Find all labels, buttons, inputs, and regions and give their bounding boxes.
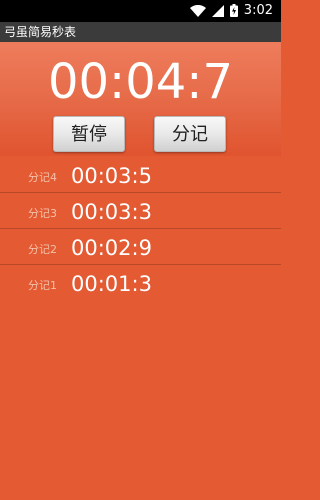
split-row: 分记1 00:01:3 bbox=[0, 265, 281, 301]
status-bar: 3:02 bbox=[0, 0, 281, 22]
pause-button[interactable]: 暂停 bbox=[53, 116, 125, 152]
split-time: 00:03:3 bbox=[71, 200, 152, 224]
status-icons: 3:02 bbox=[189, 3, 273, 18]
split-time: 00:01:3 bbox=[71, 272, 152, 296]
timer-header: 00:04:7 暂停 分记 bbox=[0, 42, 281, 156]
split-label: 分记4 bbox=[28, 171, 57, 184]
split-label: 分记2 bbox=[28, 243, 57, 256]
app-title-bar: 弓虽简易秒表 bbox=[0, 22, 281, 42]
split-row: 分记4 00:03:5 bbox=[0, 157, 281, 193]
signal-icon bbox=[211, 4, 224, 17]
wifi-icon bbox=[189, 4, 206, 17]
split-label: 分记3 bbox=[28, 207, 57, 220]
split-button[interactable]: 分记 bbox=[154, 116, 226, 152]
status-time: 3:02 bbox=[243, 3, 273, 18]
split-row: 分记2 00:02:9 bbox=[0, 229, 281, 265]
split-time: 00:03:5 bbox=[71, 164, 152, 188]
split-label: 分记1 bbox=[28, 279, 57, 292]
split-time: 00:02:9 bbox=[71, 236, 152, 260]
app-title: 弓虽简易秒表 bbox=[4, 25, 77, 39]
timer-display: 00:04:7 bbox=[47, 54, 234, 110]
split-list: 分记4 00:03:5 分记3 00:03:3 分记2 00:02:9 分记1 … bbox=[0, 157, 281, 301]
battery-icon bbox=[229, 4, 238, 17]
split-row: 分记3 00:03:3 bbox=[0, 193, 281, 229]
